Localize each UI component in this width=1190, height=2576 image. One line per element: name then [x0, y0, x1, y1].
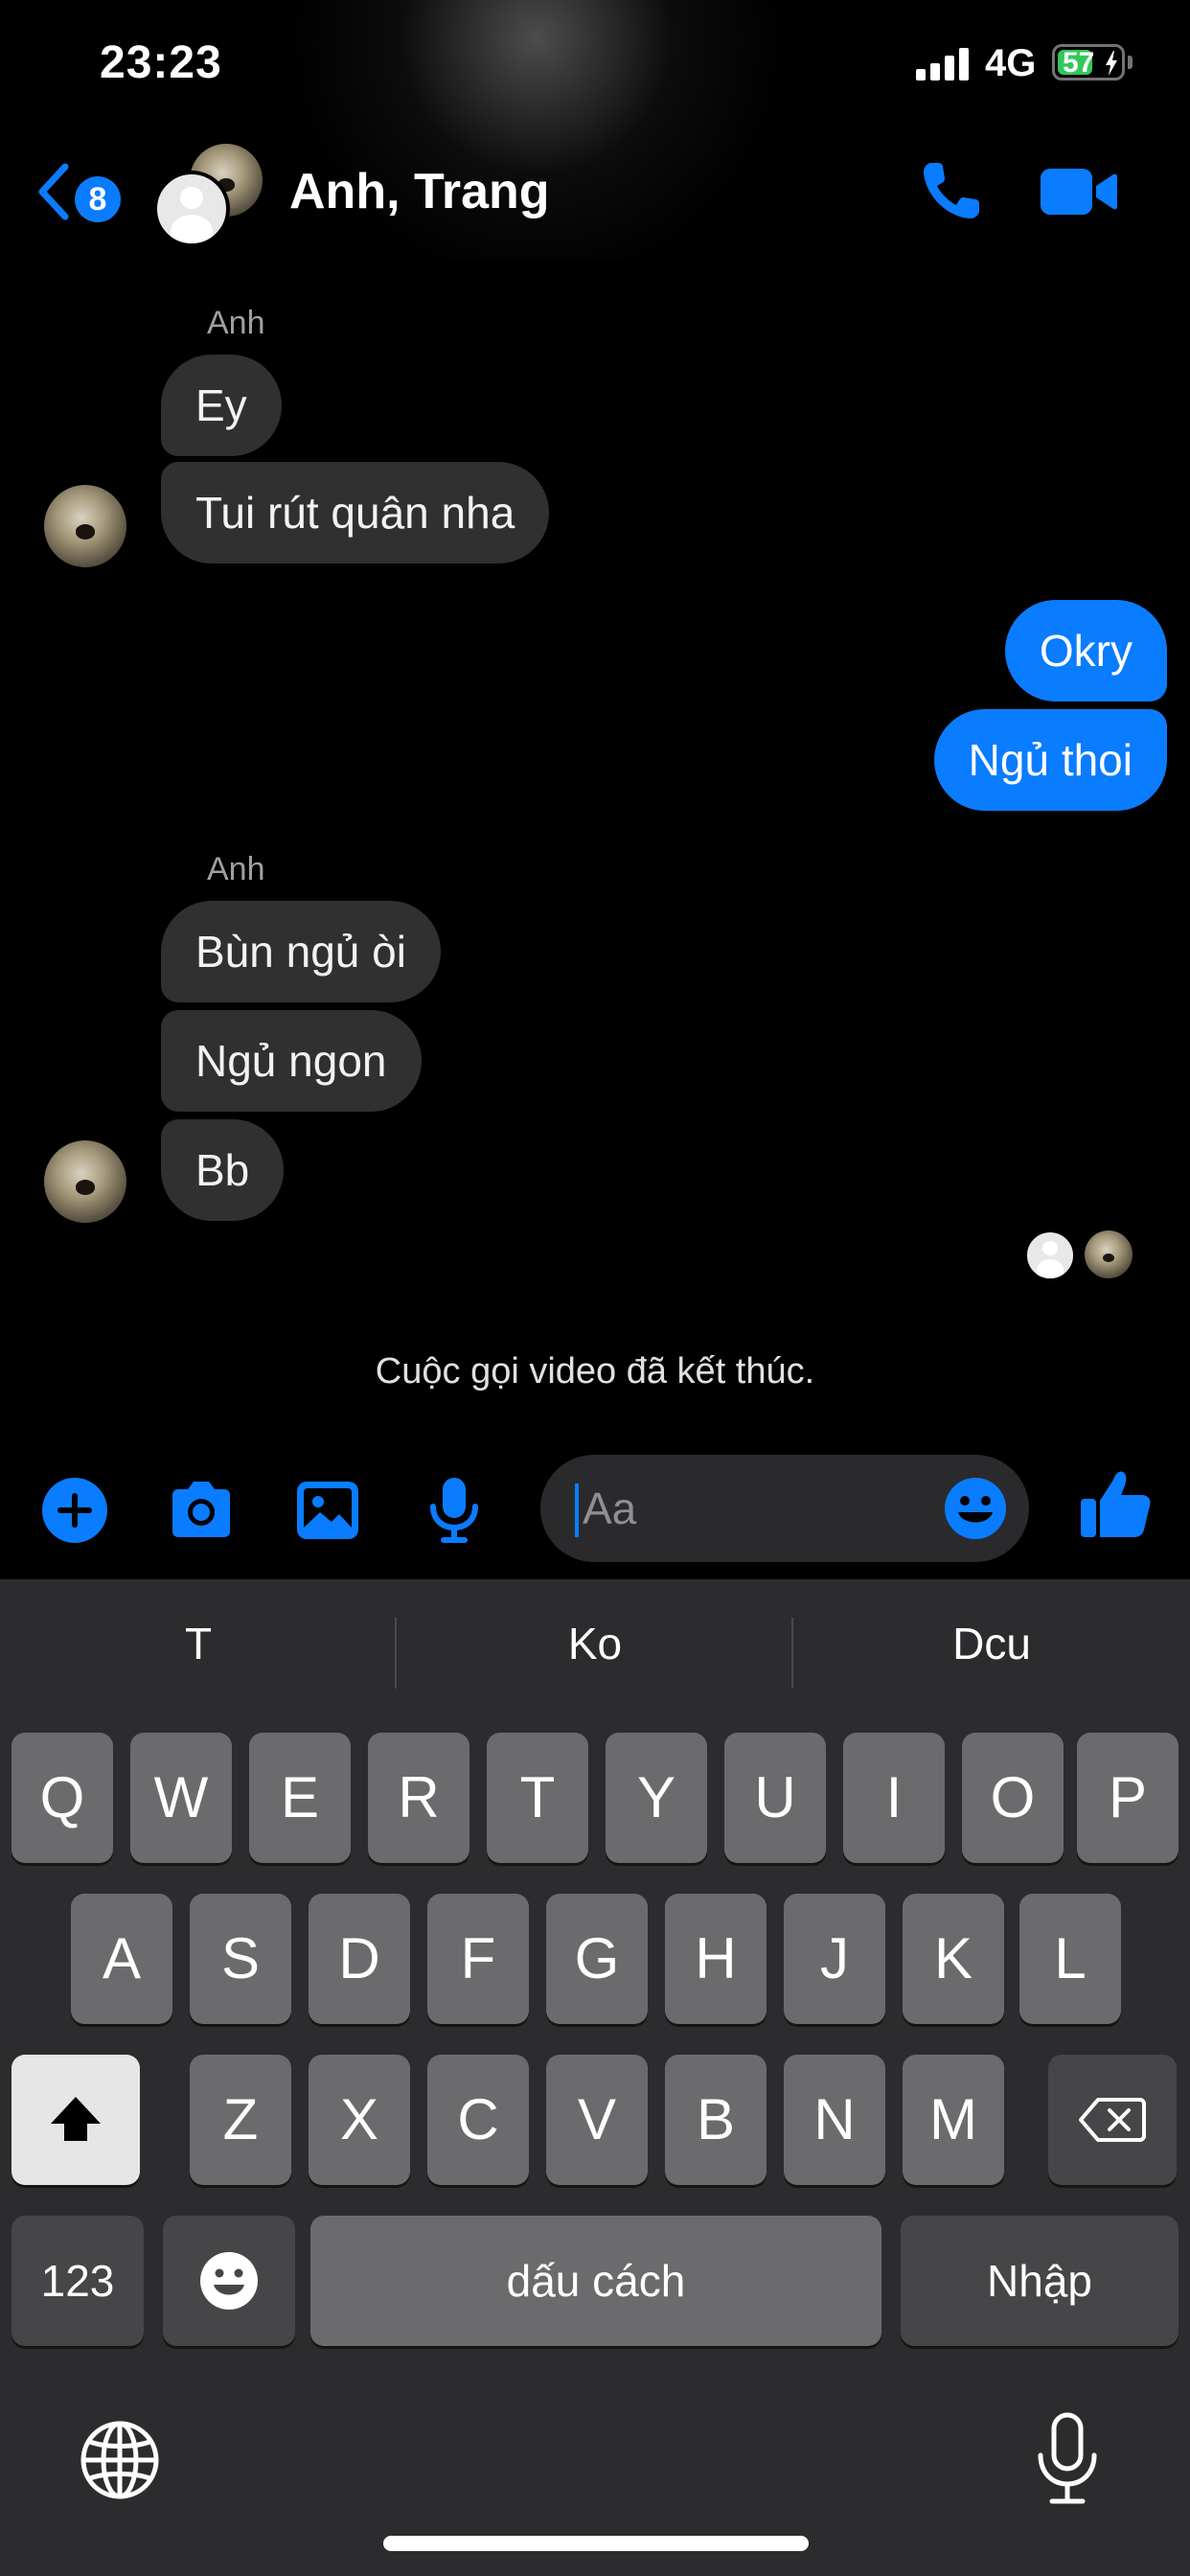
message-bubble-outgoing[interactable]: Ngủ thoi	[933, 709, 1167, 811]
home-indicator[interactable]	[383, 2536, 809, 2551]
key-g[interactable]: G	[546, 1894, 648, 2024]
text-caret	[575, 1484, 579, 1537]
messenger-chat-screen: 23:23 4G 57 8 Anh, Trang Anh Ey Tui rút …	[0, 0, 1190, 2576]
key-o[interactable]: O	[962, 1733, 1064, 1863]
key-a[interactable]: A	[71, 1894, 172, 2024]
network-type: 4G	[985, 42, 1037, 84]
video-camera-icon[interactable]	[1039, 163, 1117, 220]
suggestion-item[interactable]: T	[0, 1618, 397, 1669]
sender-avatar[interactable]	[44, 1140, 126, 1223]
system-message: Cuộc gọi video đã kết thúc.	[375, 1351, 815, 1392]
key-f[interactable]: F	[427, 1894, 529, 2024]
delete-key[interactable]	[1048, 2055, 1177, 2185]
camera-icon[interactable]	[165, 1474, 238, 1547]
battery-cap	[1128, 56, 1133, 69]
message-bubble-incoming[interactable]: Bùn ngủ òi	[161, 901, 441, 1002]
key-s[interactable]: S	[190, 1894, 291, 2024]
key-d[interactable]: D	[309, 1894, 410, 2024]
shift-key[interactable]	[11, 2055, 140, 2185]
back-button[interactable]: 8	[34, 157, 130, 224]
group-avatar[interactable]	[153, 144, 268, 249]
return-key[interactable]: Nhập	[901, 2216, 1179, 2346]
emoji-key[interactable]	[163, 2216, 295, 2346]
key-r[interactable]: R	[368, 1733, 469, 1863]
key-u[interactable]: U	[724, 1733, 826, 1863]
microphone-icon[interactable]	[418, 1474, 491, 1547]
chevron-left-icon	[38, 163, 69, 220]
unread-count-badge: 8	[75, 176, 121, 222]
key-l[interactable]: L	[1019, 1894, 1121, 2024]
chat-title[interactable]: Anh, Trang	[289, 163, 550, 220]
key-e[interactable]: E	[249, 1733, 351, 1863]
key-x[interactable]: X	[309, 2055, 410, 2185]
key-w[interactable]: W	[130, 1733, 232, 1863]
status-time: 23:23	[100, 37, 222, 88]
key-k[interactable]: K	[903, 1894, 1004, 2024]
key-m[interactable]: M	[903, 2055, 1004, 2185]
keyboard: T Ko Dcu Q W E R T Y U I O P A S D F G H…	[0, 1579, 1190, 2576]
avatar-trang	[153, 171, 230, 247]
battery-icon: 57	[1052, 44, 1125, 80]
message-composer: Aa	[0, 1447, 1190, 1572]
message-bubble-incoming[interactable]: Ey	[161, 355, 282, 456]
dictation-icon[interactable]	[1033, 2411, 1102, 2507]
sender-avatar[interactable]	[44, 485, 126, 567]
plus-icon[interactable]	[38, 1474, 111, 1547]
key-t[interactable]: T	[487, 1733, 588, 1863]
battery-percent: 57	[1063, 47, 1095, 79]
thumbs-up-icon[interactable]	[1077, 1466, 1154, 1543]
emoji-icon[interactable]	[943, 1476, 1008, 1541]
sender-name: Anh	[207, 851, 265, 887]
suggestion-item[interactable]: Ko	[397, 1618, 793, 1669]
message-input[interactable]: Aa	[540, 1455, 1029, 1562]
space-key[interactable]: dấu cách	[310, 2216, 881, 2346]
key-q[interactable]: Q	[11, 1733, 113, 1863]
message-input-placeholder: Aa	[583, 1484, 637, 1533]
numbers-key[interactable]: 123	[11, 2216, 144, 2346]
key-j[interactable]: J	[784, 1894, 885, 2024]
key-n[interactable]: N	[784, 2055, 885, 2185]
charging-bolt-icon	[1106, 51, 1117, 76]
read-receipt-avatar	[1085, 1230, 1133, 1278]
read-receipt-avatar	[1025, 1230, 1075, 1280]
signal-strength-icon	[916, 48, 970, 80]
shift-icon	[51, 2097, 101, 2141]
key-b[interactable]: B	[665, 2055, 767, 2185]
key-h[interactable]: H	[665, 1894, 767, 2024]
key-p[interactable]: P	[1077, 1733, 1179, 1863]
key-i[interactable]: I	[843, 1733, 945, 1863]
photo-icon[interactable]	[291, 1474, 364, 1547]
suggestion-item[interactable]: Dcu	[793, 1618, 1190, 1669]
sender-name: Anh	[207, 305, 265, 341]
key-c[interactable]: C	[427, 2055, 529, 2185]
message-bubble-incoming[interactable]: Tui rút quân nha	[161, 462, 550, 564]
key-z[interactable]: Z	[190, 2055, 291, 2185]
emoji-key-icon	[200, 2252, 258, 2310]
message-bubble-outgoing[interactable]: Okry	[1004, 600, 1167, 702]
phone-icon[interactable]	[918, 157, 985, 224]
key-v[interactable]: V	[546, 2055, 648, 2185]
globe-icon[interactable]	[77, 2417, 163, 2503]
delete-icon	[1079, 2098, 1146, 2142]
chat-header: 8 Anh, Trang	[0, 144, 1190, 259]
message-bubble-incoming[interactable]: Bb	[161, 1119, 285, 1221]
key-y[interactable]: Y	[606, 1733, 707, 1863]
message-bubble-incoming[interactable]: Ngủ ngon	[161, 1010, 422, 1112]
suggestion-bar: T Ko Dcu	[0, 1579, 1190, 1733]
status-bar: 23:23 4G 57	[0, 0, 1190, 134]
